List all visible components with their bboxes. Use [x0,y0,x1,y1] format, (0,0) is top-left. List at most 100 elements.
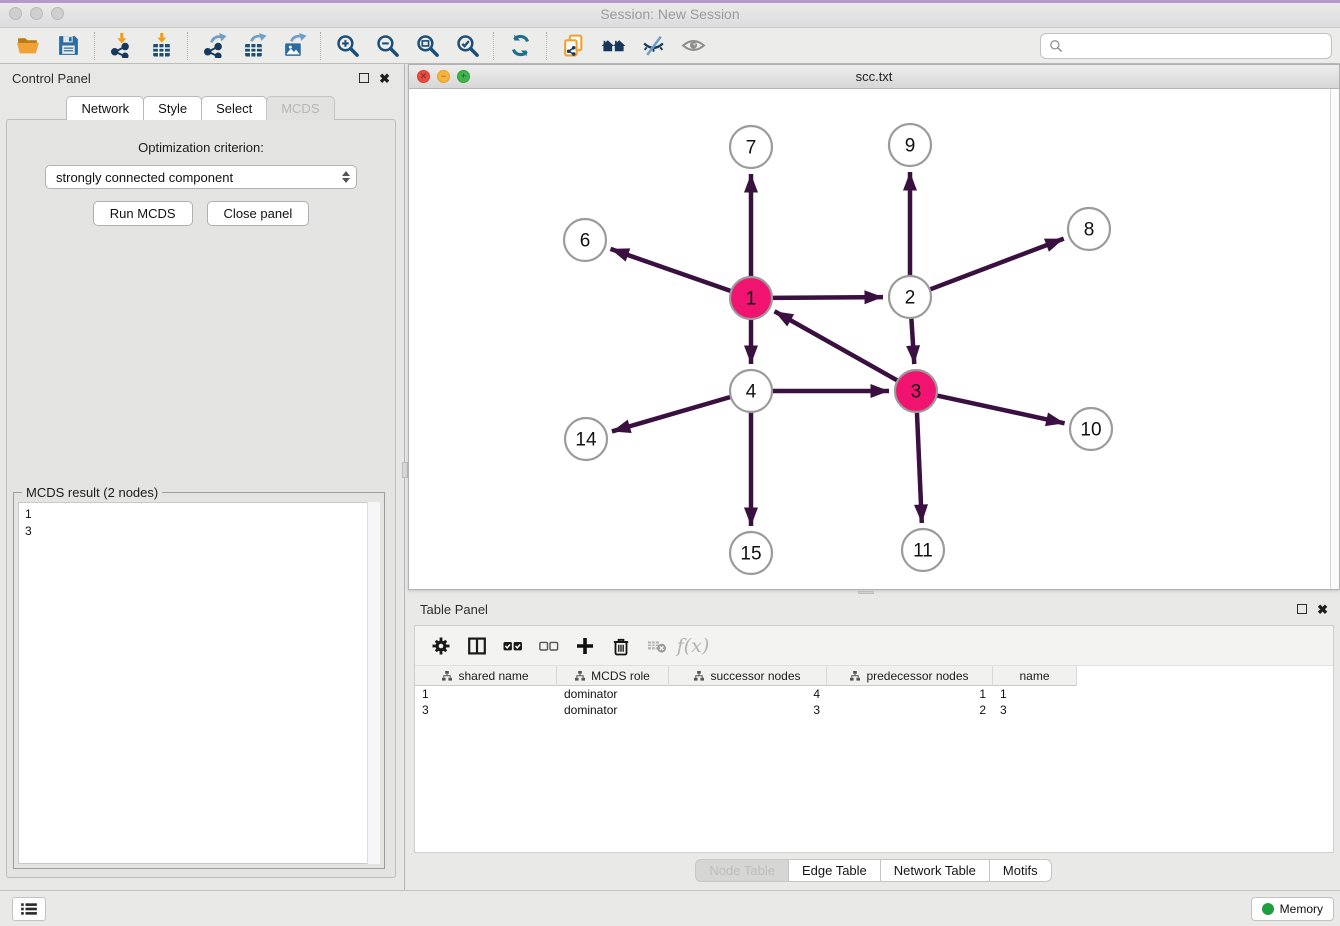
zoom-fit-button[interactable] [407,30,447,62]
select-all-rows-button[interactable] [497,630,529,662]
export-network-button[interactable] [194,30,234,62]
criterion-select[interactable]: strongly connected component [45,165,357,189]
table-row[interactable]: 1dominator411 [415,686,1333,702]
edge-3-1[interactable] [775,311,898,380]
refresh-view-button[interactable] [500,30,540,62]
import-network-button[interactable] [101,30,141,62]
cell-name[interactable]: 1 [993,686,1077,702]
minimize-window-button[interactable] [30,7,43,20]
toolbar-separator [94,32,95,60]
tab-style[interactable]: Style [143,96,202,120]
memory-button[interactable]: Memory [1251,897,1334,921]
float-panel-icon[interactable] [359,73,369,83]
clone-network-icon [561,33,586,58]
export-image-button[interactable] [274,30,314,62]
tab-select[interactable]: Select [201,96,267,120]
column-header-predecessor-nodes[interactable]: predecessor nodes [827,666,993,686]
select-stepper-icon [342,171,350,183]
tab-mcds[interactable]: MCDS [266,96,334,120]
column-header-successor-nodes[interactable]: successor nodes [669,666,827,686]
edge-2-8[interactable] [930,239,1064,290]
fx-icon: f(x) [677,635,710,657]
edge-4-14[interactable] [612,397,731,432]
edge-3-10[interactable] [937,395,1065,423]
list-icon [20,902,38,916]
network-graph[interactable]: 7968124314101511 [409,89,1339,589]
cell-shared-name[interactable]: 1 [415,686,557,702]
export-table-icon [242,33,267,58]
close-view-button[interactable]: ✕ [417,70,430,83]
search-input[interactable] [1069,38,1323,53]
cell-shared-name[interactable]: 3 [415,702,557,718]
toolbar-separator [187,32,188,60]
network-canvas[interactable]: 7968124314101511 [409,89,1339,589]
import-table-button[interactable] [141,30,181,62]
float-panel-icon[interactable] [1297,604,1307,614]
export-image-icon [282,33,307,58]
delete-table-button[interactable] [641,630,673,662]
node-table-body: f(x) shared nameMCDS role successor nodes… [414,625,1334,853]
control-panel-title: Control Panel [12,71,91,86]
trash-icon [611,636,631,656]
open-session-button[interactable] [8,30,48,62]
run-mcds-button[interactable]: Run MCDS [93,201,193,226]
tab-motifs[interactable]: Motifs [989,859,1052,882]
tab-network-table[interactable]: Network Table [880,859,990,882]
maximize-window-button[interactable] [51,7,64,20]
close-panel-button[interactable]: Close panel [207,201,310,226]
cell-predecessor-nodes[interactable]: 1 [827,686,993,702]
cell-successor-nodes[interactable]: 4 [669,686,827,702]
mcds-result-text[interactable]: 1 3 [18,502,380,864]
node-label-3: 3 [911,382,922,403]
hide-details-button[interactable] [633,30,673,62]
node-label-9: 9 [905,136,916,157]
edge-2-3[interactable] [911,318,914,364]
edge-1-6[interactable] [610,249,731,291]
cell-successor-nodes[interactable]: 3 [669,702,827,718]
splitter-grip[interactable] [858,591,874,594]
table-row[interactable]: 3dominator323 [415,702,1333,718]
search-icon [1049,39,1063,53]
maximize-view-button[interactable]: + [457,70,470,83]
edge-1-2[interactable] [772,297,883,298]
function-builder-button[interactable]: f(x) [677,630,709,662]
tab-node-table[interactable]: Node Table [695,859,789,882]
app-titlebar: Session: New Session [0,0,1340,28]
edge-3-11[interactable] [917,412,922,523]
column-type-icon [575,671,585,681]
column-header-MCDS-role[interactable]: MCDS role [557,666,669,686]
result-scrollbar[interactable] [367,502,380,864]
show-details-button[interactable] [673,30,713,62]
show-columns-button[interactable] [461,630,493,662]
clone-network-button[interactable] [553,30,593,62]
table-settings-button[interactable] [425,630,457,662]
node-label-4: 4 [746,382,757,403]
close-panel-icon[interactable]: ✖ [1317,603,1328,616]
column-header-shared-name[interactable]: shared name [415,666,557,686]
zoom-selected-button[interactable] [447,30,487,62]
tab-edge-table[interactable]: Edge Table [788,859,881,882]
column-header-name[interactable]: name [993,666,1077,686]
deselect-all-rows-button[interactable] [533,630,565,662]
cell-MCDS-role[interactable]: dominator [557,686,669,702]
network-window-titlebar[interactable]: ✕ − + scc.txt [409,65,1339,89]
close-panel-icon[interactable]: ✖ [379,72,390,85]
cell-name[interactable]: 3 [993,702,1077,718]
minimize-view-button[interactable]: − [437,70,450,83]
create-column-button[interactable] [569,630,601,662]
zoom-in-button[interactable] [327,30,367,62]
delete-column-button[interactable] [605,630,637,662]
save-session-button[interactable] [48,30,88,62]
close-window-button[interactable] [9,7,22,20]
status-bar: Memory [0,890,1340,926]
houses-button[interactable] [593,30,633,62]
tab-network[interactable]: Network [66,96,144,120]
zoom-out-button[interactable] [367,30,407,62]
canvas-scrollbar[interactable] [1330,89,1339,589]
table-header-row: shared nameMCDS role successor nodes prede… [415,666,1333,686]
cell-MCDS-role[interactable]: dominator [557,702,669,718]
column-label: successor nodes [710,669,800,683]
export-table-button[interactable] [234,30,274,62]
cell-predecessor-nodes[interactable]: 2 [827,702,993,718]
task-history-button[interactable] [12,897,46,921]
